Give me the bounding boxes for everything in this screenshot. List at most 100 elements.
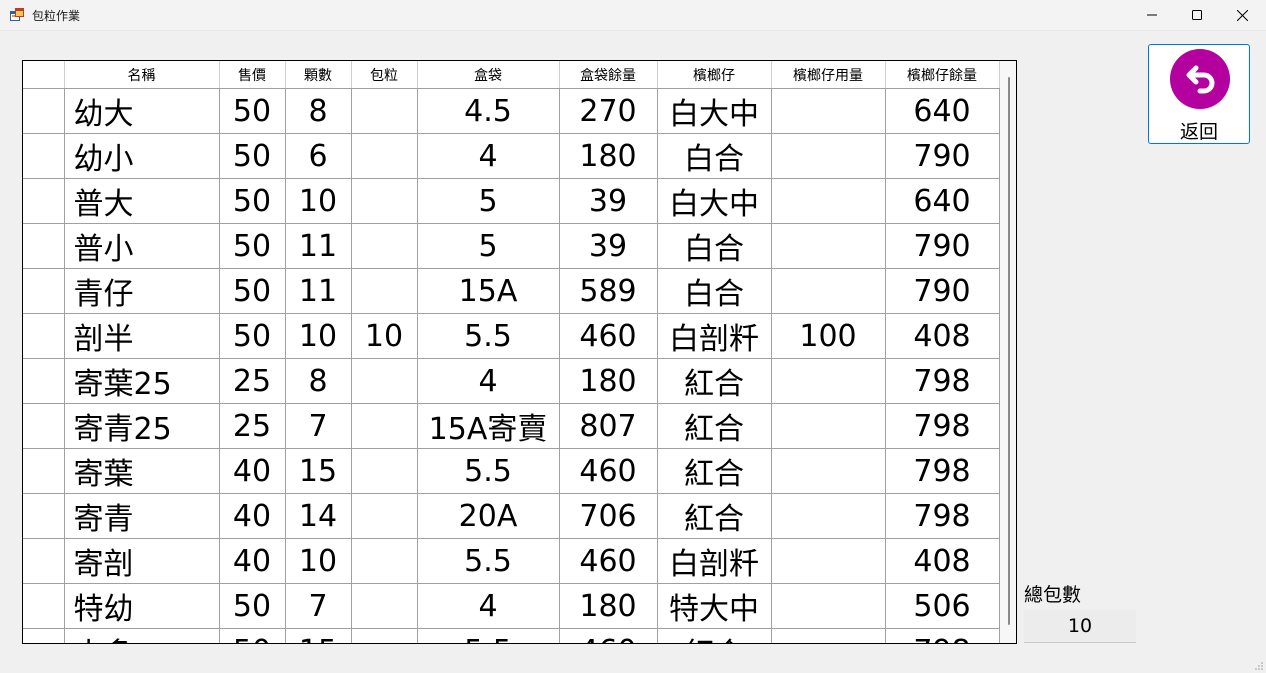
table-cell[interactable]: 270 — [559, 88, 658, 134]
column-header[interactable]: 售價 — [219, 61, 286, 89]
table-cell[interactable]: 180 — [559, 583, 658, 629]
column-header[interactable]: 盒袋 — [417, 61, 560, 89]
table-row[interactable]: 寄葉 40 15 5.5 460 紅合 798 — [23, 448, 1000, 494]
table-cell[interactable] — [351, 358, 418, 404]
table-cell[interactable] — [771, 133, 886, 179]
table-cell[interactable]: 798 — [885, 358, 1000, 404]
table-row[interactable]: 幼大 50 8 4.5 270 白大中 640 — [23, 88, 1000, 134]
table-cell[interactable]: 40 — [219, 493, 286, 539]
table-cell[interactable]: 7 — [285, 583, 352, 629]
row-header[interactable] — [23, 313, 65, 359]
table-row[interactable]: 寄青25 25 7 15A寄賣 807 紅合 798 — [23, 403, 1000, 449]
row-header[interactable] — [23, 583, 65, 629]
table-cell[interactable]: 白剖粁 — [657, 538, 772, 584]
table-cell[interactable] — [351, 538, 418, 584]
row-header[interactable] — [23, 223, 65, 269]
column-header[interactable]: 盒袋餘量 — [559, 61, 658, 89]
table-cell[interactable] — [351, 583, 418, 629]
table-cell[interactable]: 100 — [771, 313, 886, 359]
table-cell[interactable]: 8 — [285, 358, 352, 404]
table-cell[interactable] — [351, 448, 418, 494]
table-cell[interactable]: 白合 — [657, 133, 772, 179]
table-cell[interactable]: 50 — [219, 313, 286, 359]
table-cell[interactable] — [351, 88, 418, 134]
column-header[interactable]: 名稱 — [64, 61, 220, 89]
table-cell[interactable]: 15A寄賣 — [417, 403, 560, 449]
table-cell[interactable]: 798 — [885, 493, 1000, 539]
row-header[interactable] — [23, 133, 65, 179]
table-cell[interactable]: 798 — [885, 403, 1000, 449]
table-cell[interactable]: 40 — [219, 538, 286, 584]
corner-header[interactable] — [23, 61, 65, 89]
table-cell[interactable]: 10 — [351, 313, 418, 359]
table-cell[interactable] — [351, 403, 418, 449]
table-row[interactable]: 青仔 50 11 15A 589 白合 790 — [23, 268, 1000, 314]
table-cell[interactable]: 50 — [219, 628, 286, 643]
table-cell[interactable]: 408 — [885, 313, 1000, 359]
table-cell[interactable]: 寄青 — [64, 493, 220, 539]
row-header[interactable] — [23, 403, 65, 449]
table-row[interactable]: 幼小 50 6 4 180 白合 790 — [23, 133, 1000, 179]
table-cell[interactable]: 14 — [285, 493, 352, 539]
column-header[interactable]: 顆數 — [285, 61, 352, 89]
table-cell[interactable]: 普小 — [64, 223, 220, 269]
table-cell[interactable]: 7 — [285, 403, 352, 449]
table-cell[interactable]: 25 — [219, 358, 286, 404]
table-cell[interactable]: 5 — [417, 223, 560, 269]
row-header[interactable] — [23, 178, 65, 224]
table-cell[interactable]: 寄葉 — [64, 448, 220, 494]
table-cell[interactable]: 白剖粁 — [657, 313, 772, 359]
table-cell[interactable]: 39 — [559, 178, 658, 224]
table-cell[interactable]: 4.5 — [417, 88, 560, 134]
table-row[interactable]: 剖半 50 10 10 5.5 460 白剖粁 100 408 — [23, 313, 1000, 359]
table-cell[interactable]: 幼大 — [64, 88, 220, 134]
resize-grip-icon[interactable] — [1254, 661, 1264, 671]
row-header[interactable] — [23, 88, 65, 134]
table-cell[interactable]: 50 — [219, 88, 286, 134]
column-header[interactable]: 檳榔仔用量 — [771, 61, 886, 89]
table-cell[interactable]: 15 — [285, 628, 352, 643]
table-cell[interactable]: 460 — [559, 628, 658, 643]
table-cell[interactable] — [351, 628, 418, 643]
table-cell[interactable]: 4 — [417, 358, 560, 404]
maximize-button[interactable] — [1174, 0, 1220, 30]
table-cell[interactable] — [771, 268, 886, 314]
table-cell[interactable]: 408 — [885, 538, 1000, 584]
total-packs-field[interactable]: 10 — [1024, 610, 1136, 643]
table-cell[interactable] — [771, 448, 886, 494]
table-cell[interactable]: 紅合 — [657, 628, 772, 643]
table-cell[interactable]: 460 — [559, 538, 658, 584]
table-row[interactable]: 寄葉25 25 8 4 180 紅合 798 — [23, 358, 1000, 404]
table-cell[interactable]: 紅合 — [657, 358, 772, 404]
table-cell[interactable] — [771, 358, 886, 404]
table-row[interactable]: 普大 50 10 5 39 白大中 640 — [23, 178, 1000, 224]
table-cell[interactable]: 10 — [285, 538, 352, 584]
table-cell[interactable]: 15A — [417, 268, 560, 314]
close-button[interactable] — [1219, 0, 1265, 30]
table-cell[interactable]: 50 — [219, 223, 286, 269]
minimize-button[interactable] — [1129, 0, 1175, 30]
table-cell[interactable]: 790 — [885, 268, 1000, 314]
table-cell[interactable]: 5.5 — [417, 628, 560, 643]
table-cell[interactable]: 寄剖 — [64, 538, 220, 584]
table-cell[interactable]: 普大 — [64, 178, 220, 224]
table-row[interactable]: 特幼 50 7 4 180 特大中 506 — [23, 583, 1000, 629]
table-cell[interactable] — [351, 223, 418, 269]
row-header[interactable] — [23, 628, 65, 643]
table-row[interactable]: 小多5015 5.5460紅合 798 — [23, 628, 1000, 643]
table-cell[interactable] — [771, 583, 886, 629]
table-cell[interactable]: 4 — [417, 133, 560, 179]
table-cell[interactable] — [771, 403, 886, 449]
table-cell[interactable]: 白大中 — [657, 178, 772, 224]
table-cell[interactable]: 798 — [885, 448, 1000, 494]
data-grid[interactable]: 名稱 售價 顆數 包粒 盒袋 盒袋餘量 檳榔仔 檳榔仔用量 檳榔仔餘量 幼大 50… — [22, 60, 1017, 644]
row-header[interactable] — [23, 448, 65, 494]
table-cell[interactable]: 紅合 — [657, 493, 772, 539]
table-cell[interactable]: 460 — [559, 313, 658, 359]
vertical-scrollbar[interactable] — [1000, 61, 1016, 643]
table-cell[interactable]: 180 — [559, 358, 658, 404]
table-cell[interactable] — [771, 628, 886, 643]
table-cell[interactable] — [351, 493, 418, 539]
table-cell[interactable]: 15 — [285, 448, 352, 494]
table-cell[interactable]: 白大中 — [657, 88, 772, 134]
